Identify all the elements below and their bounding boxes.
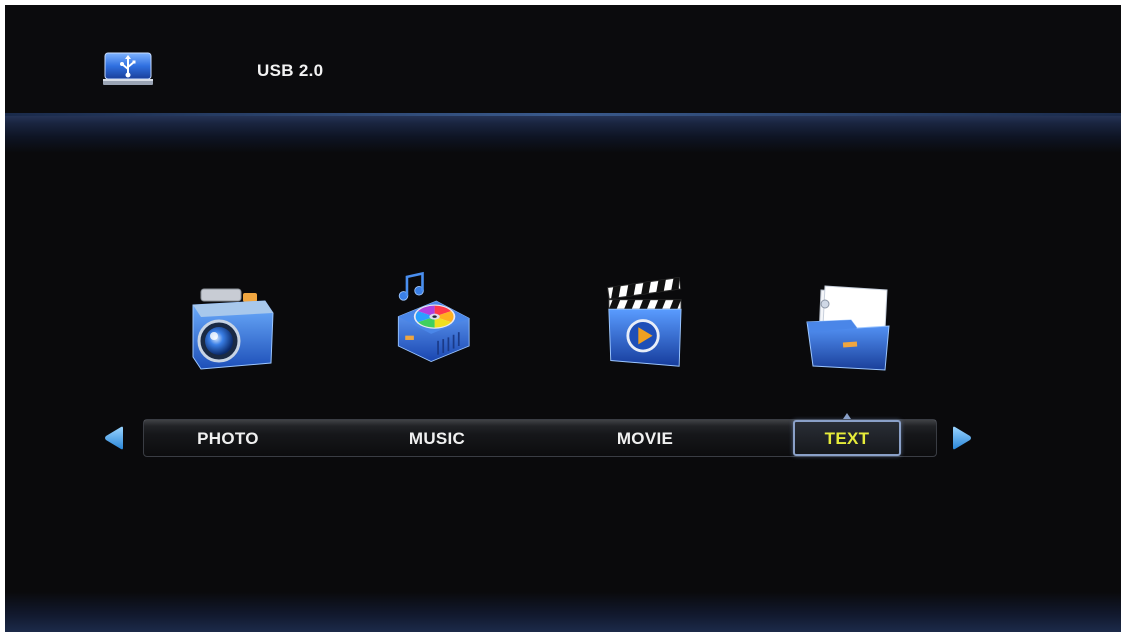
footer-glow [5,592,1121,632]
header-bar [5,5,1121,113]
arrow-left-icon[interactable] [101,425,127,451]
clapperboard-icon[interactable] [599,275,689,370]
usb-drive-icon [103,52,153,85]
arrow-right-icon[interactable] [949,425,975,451]
tab-movie[interactable]: MOVIE [575,429,715,449]
document-folder-icon[interactable] [803,280,893,375]
tab-text[interactable]: TEXT [777,429,917,449]
camera-icon[interactable] [187,283,277,378]
tab-photo[interactable]: PHOTO [158,429,298,449]
media-player-screen: USB 2.0 PHOTO MUSIC MOVIE TEXT [5,5,1121,632]
music-disc-icon[interactable] [387,270,477,365]
header-glow-divider [5,113,1121,153]
tab-music[interactable]: MUSIC [367,429,507,449]
source-label: USB 2.0 [257,61,324,80]
selection-caret [843,413,851,419]
